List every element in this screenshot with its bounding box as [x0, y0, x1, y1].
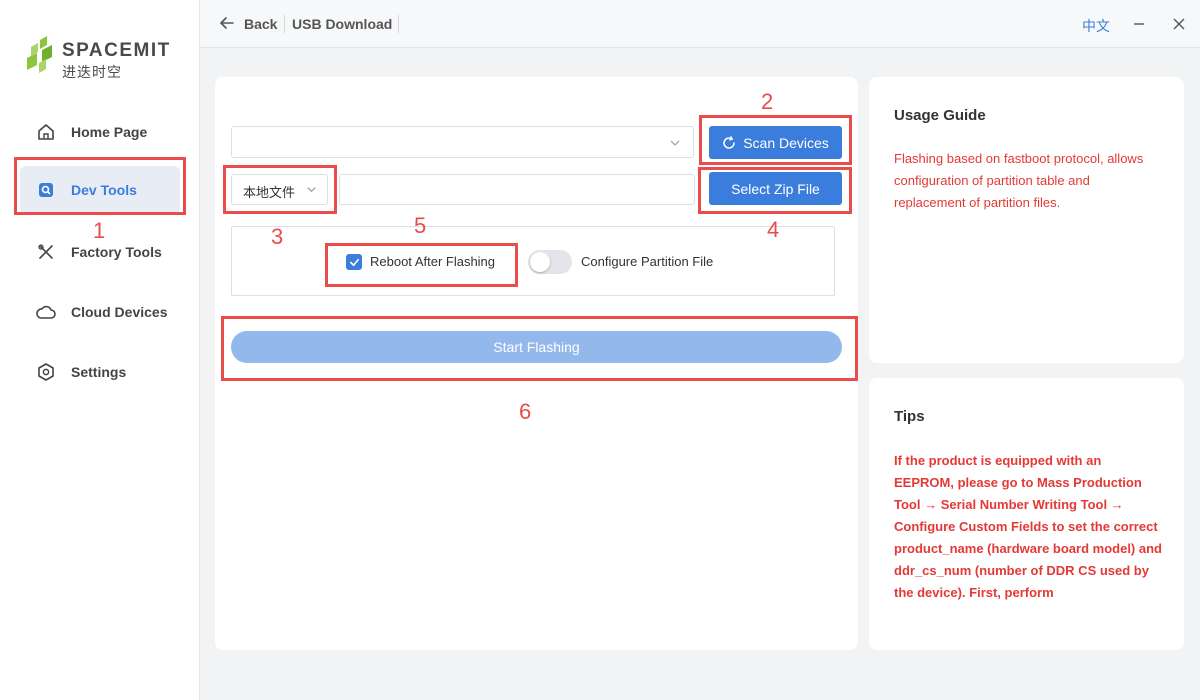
- sidebar-item-label: Dev Tools: [71, 182, 137, 198]
- sidebar-item-label: Home Page: [71, 124, 148, 140]
- sidebar-item-label: Cloud Devices: [71, 304, 168, 320]
- dev-tools-icon: [36, 180, 56, 200]
- refresh-icon: [722, 135, 736, 150]
- configure-partition-label: Configure Partition File: [581, 254, 714, 269]
- select-zip-file-button[interactable]: Select Zip File: [709, 172, 842, 205]
- logo-text: SPACEMIT: [62, 40, 171, 61]
- scan-devices-label: Scan Devices: [743, 134, 829, 151]
- settings-icon: [36, 362, 56, 382]
- title-divider: [284, 15, 285, 33]
- tips-text: If the product is equipped with an EEPRO…: [894, 453, 1162, 600]
- sidebar-item-dev-tools[interactable]: Dev Tools: [20, 166, 180, 214]
- checkmark-icon: [349, 258, 359, 266]
- sidebar-item-settings[interactable]: Settings: [20, 348, 180, 396]
- configure-partition-toggle[interactable]: [528, 250, 572, 274]
- spacemit-logo: SPACEMIT 进迭时空: [26, 34, 186, 84]
- file-source-select[interactable]: 本地文件: [231, 174, 328, 205]
- annotation-number-1: 1: [93, 218, 106, 243]
- title-bar: Back USB Download 中文: [200, 0, 1200, 48]
- start-flashing-button[interactable]: Start Flashing: [231, 331, 842, 363]
- tips-card: Tips If the product is equipped with an …: [869, 378, 1184, 650]
- sidebar-item-cloud-devices[interactable]: Cloud Devices: [20, 288, 180, 336]
- logo-mark-icon: [27, 36, 52, 73]
- logo-subtitle: 进迭时空: [62, 64, 122, 80]
- page-title: USB Download: [292, 16, 393, 32]
- sidebar-item-label: Factory Tools: [71, 244, 162, 260]
- minimize-button[interactable]: [1129, 14, 1149, 34]
- chevron-down-icon: [307, 187, 316, 193]
- toggle-knob: [530, 252, 550, 272]
- annotation-number-4: 4: [767, 217, 780, 242]
- sidebar: SPACEMIT 进迭时空 Home Page Dev Tools Factor…: [0, 0, 200, 700]
- annotation-number-6: 6: [519, 399, 532, 424]
- back-arrow-icon[interactable]: [218, 14, 236, 32]
- home-icon: [36, 122, 56, 142]
- usage-guide-text: Flashing based on fastboot protocol, all…: [894, 151, 1144, 210]
- device-select[interactable]: [231, 126, 694, 158]
- annotation-number-3: 3: [271, 224, 284, 249]
- flash-panel: Scan Devices 本地文件 Select Zip File Reboot…: [215, 77, 858, 650]
- reboot-after-flashing-checkbox[interactable]: [346, 254, 362, 270]
- flash-options: Reboot After Flashing Configure Partitio…: [231, 226, 835, 296]
- cloud-icon: [36, 302, 56, 322]
- usage-guide-card: Usage Guide Flashing based on fastboot p…: [869, 77, 1184, 363]
- close-button[interactable]: [1169, 14, 1189, 34]
- language-switch[interactable]: 中文: [1082, 16, 1110, 36]
- usage-guide-title: Usage Guide: [894, 107, 986, 124]
- tips-title: Tips: [894, 408, 925, 425]
- zip-file-path-input[interactable]: [339, 174, 695, 205]
- minimize-icon: [1134, 23, 1144, 25]
- reboot-after-flashing-label[interactable]: Reboot After Flashing: [370, 254, 495, 269]
- file-source-value: 本地文件: [243, 185, 296, 200]
- scan-devices-button[interactable]: Scan Devices: [709, 126, 842, 159]
- title-divider: [398, 15, 399, 33]
- sidebar-item-home-page[interactable]: Home Page: [20, 108, 180, 156]
- close-icon: [1173, 18, 1185, 30]
- chevron-down-icon: [670, 140, 680, 146]
- annotation-number-2: 2: [761, 89, 774, 114]
- back-button[interactable]: Back: [244, 16, 277, 32]
- sidebar-item-label: Settings: [71, 364, 127, 380]
- annotation-number-5: 5: [414, 213, 427, 238]
- tools-icon: [36, 242, 56, 262]
